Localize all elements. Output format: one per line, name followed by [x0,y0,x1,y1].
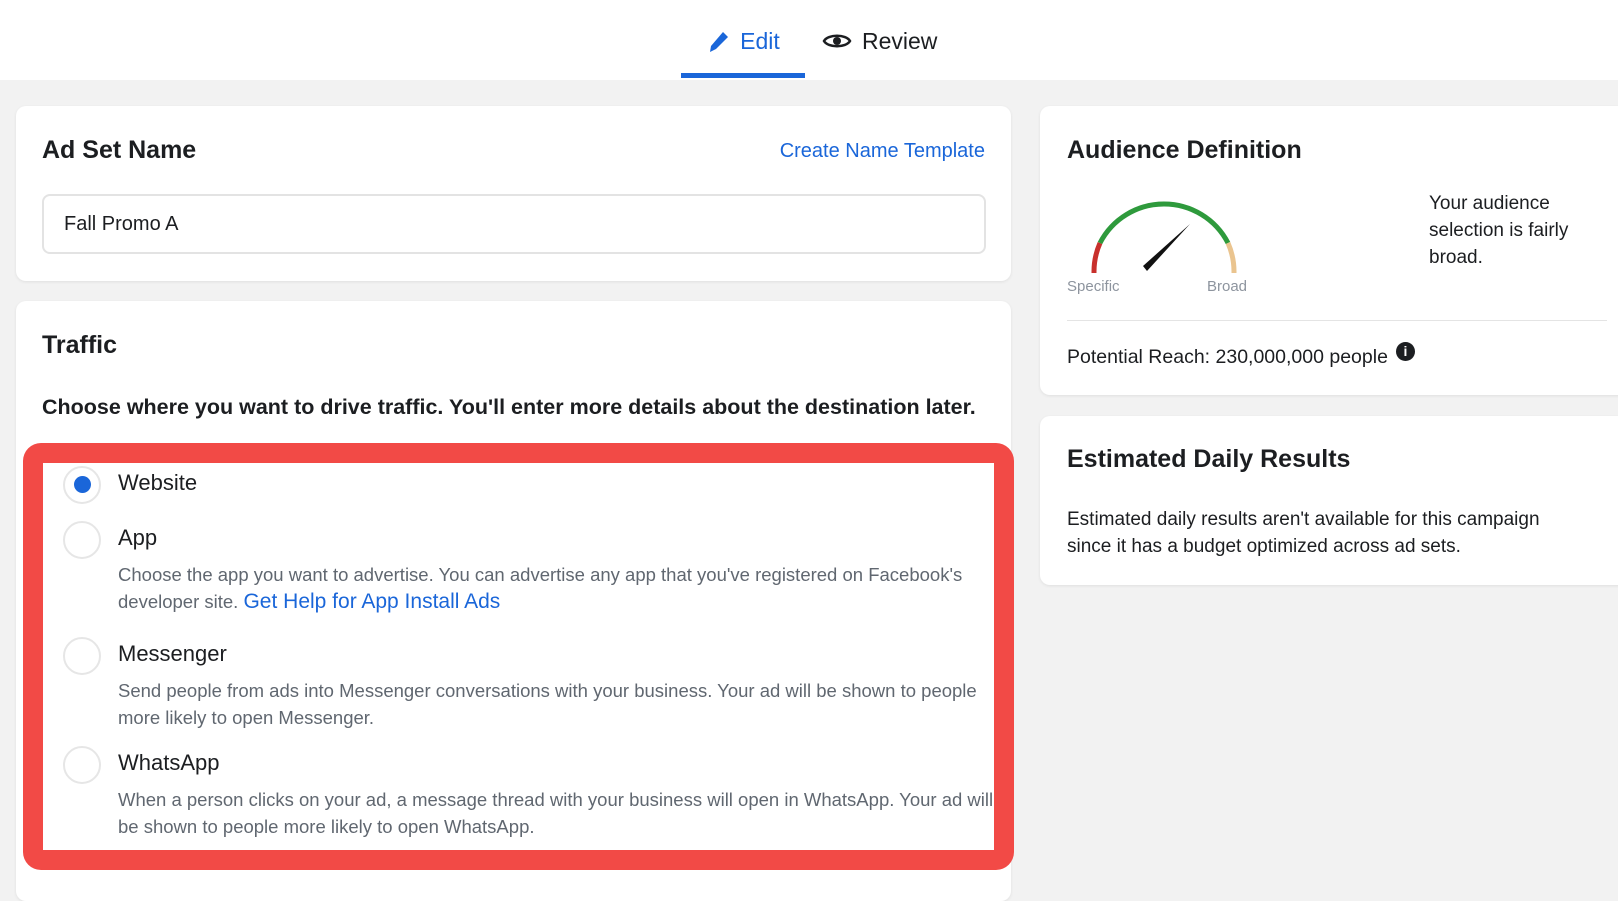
traffic-prompt: Choose where you want to drive traffic. … [42,395,976,419]
tab-review-label: Review [862,28,938,54]
create-name-template-link[interactable]: Create Name Template [780,140,985,163]
ad-set-name-input[interactable]: Fall Promo A [42,194,986,254]
radio-messenger[interactable] [63,637,101,675]
option-label: Website [118,470,198,495]
potential-reach: Potential Reach: 230,000,000 people [1067,346,1388,368]
option-description: Send people from ads into Messenger conv… [118,680,977,728]
tab-edit[interactable]: Edit [681,28,805,78]
option-label: App [118,525,158,550]
ad-set-name-heading: Ad Set Name [42,136,197,164]
gauge-label-specific: Specific [1067,278,1120,295]
app-install-help-link[interactable]: Get Help for App Install Ads [243,590,500,613]
traffic-heading: Traffic [42,331,118,359]
top-bar: Edit Review [0,0,1618,80]
audience-summary: Your audience selection is fairly broad. [1429,193,1569,268]
pencil-icon [706,28,730,60]
audience-heading: Audience Definition [1067,136,1302,164]
tab-review[interactable]: Review [822,28,937,78]
estimated-results-text: Estimated daily results aren't available… [1067,509,1540,557]
radio-app[interactable] [63,521,101,559]
radio-website[interactable] [63,466,101,504]
audience-definition-card: Audience Definition Specific Broad Your … [1040,106,1618,395]
audience-gauge [1091,201,1237,274]
option-description: When a person clicks on your ad, a messa… [118,789,994,837]
info-icon[interactable]: i [1395,342,1415,361]
option-label: Messenger [118,641,227,666]
tab-edit-label: Edit [740,28,780,54]
radio-whatsapp[interactable] [63,746,101,784]
estimated-daily-results-card: Estimated Daily Results Estimated daily … [1040,416,1618,585]
eye-icon [822,28,852,60]
highlight-box: Website App Choose the app you want to a… [23,443,1014,870]
estimated-results-heading: Estimated Daily Results [1067,445,1351,473]
divider [1067,320,1607,321]
option-label: WhatsApp [118,750,220,775]
ad-set-name-card: Ad Set Name Create Name Template Fall Pr… [16,106,1011,281]
gauge-needle [1143,224,1190,271]
gauge-label-broad: Broad [1207,278,1248,295]
option-description: Choose the app you want to advertise. Yo… [118,561,1008,615]
